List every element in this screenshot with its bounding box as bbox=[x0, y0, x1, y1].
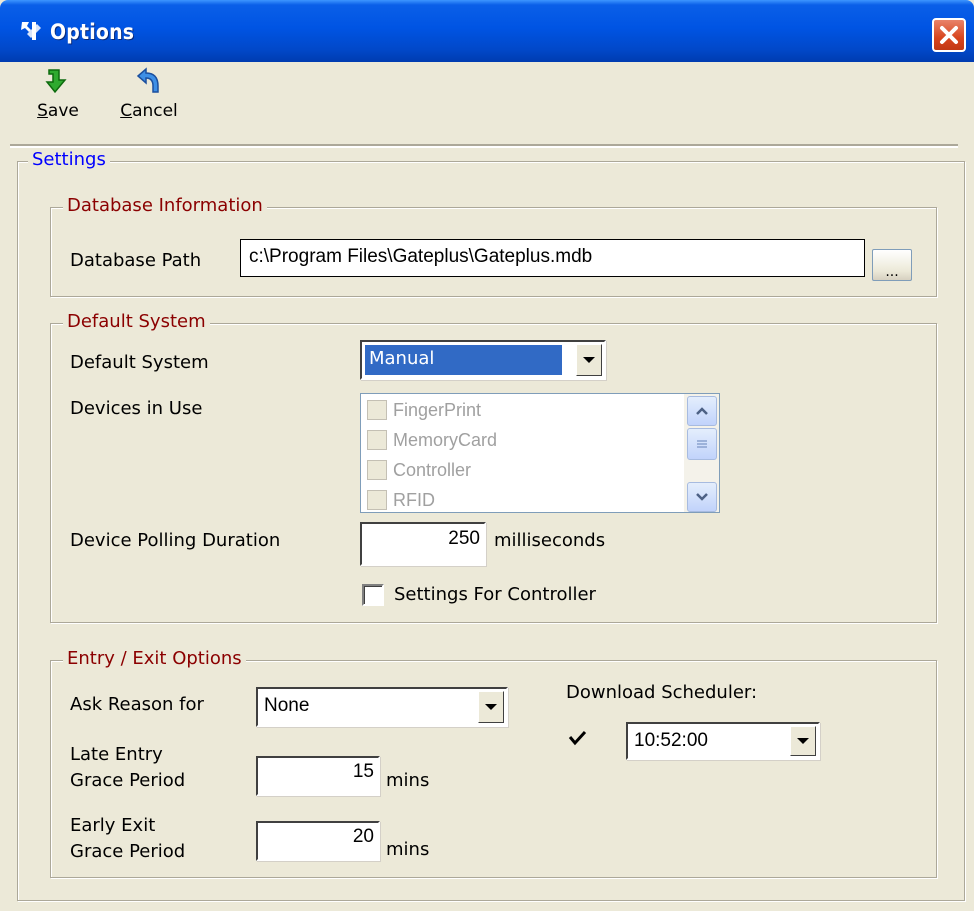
late-entry-unit: mins bbox=[386, 770, 430, 791]
save-label: Save bbox=[37, 101, 79, 121]
ask-reason-label: Ask Reason for bbox=[70, 694, 204, 715]
close-icon bbox=[940, 26, 958, 44]
download-scheduler-checkbox[interactable] bbox=[566, 728, 588, 750]
scroll-thumb[interactable] bbox=[687, 428, 717, 460]
green-down-arrow-icon bbox=[45, 69, 67, 94]
scheduler-time-value: 10:52:00 bbox=[634, 730, 708, 751]
cancel-button[interactable]: Cancel bbox=[112, 66, 186, 132]
download-scheduler-label: Download Scheduler: bbox=[566, 682, 758, 703]
checkbox-icon bbox=[367, 490, 387, 510]
default-system-label: Default System bbox=[70, 352, 209, 373]
devices-in-use-label: Devices in Use bbox=[70, 398, 203, 419]
default-system-legend: Default System bbox=[63, 311, 210, 332]
scroll-up-button[interactable] bbox=[687, 396, 717, 426]
save-button[interactable]: Save bbox=[30, 66, 86, 132]
checkbox-icon bbox=[367, 400, 387, 420]
toolbar-separator bbox=[10, 144, 958, 148]
default-system-value: Manual bbox=[364, 344, 563, 376]
polling-duration-input[interactable]: 250 bbox=[360, 522, 486, 566]
browse-button[interactable]: ... bbox=[872, 249, 912, 281]
early-exit-unit: mins bbox=[386, 839, 430, 860]
title-bar[interactable] bbox=[0, 0, 974, 62]
chevron-down-icon[interactable] bbox=[576, 344, 602, 376]
checkmark-icon bbox=[568, 730, 587, 746]
device-item-fingerprint[interactable]: FingerPrint bbox=[367, 395, 481, 425]
chevron-down-icon[interactable] bbox=[790, 726, 816, 756]
settings-legend: Settings bbox=[28, 149, 110, 170]
chevron-down-icon bbox=[696, 493, 708, 501]
polling-unit-label: milliseconds bbox=[494, 530, 606, 551]
scroll-down-button[interactable] bbox=[687, 482, 717, 512]
late-entry-input[interactable]: 15 bbox=[256, 756, 380, 796]
database-info-legend: Database Information bbox=[63, 195, 267, 216]
early-exit-label-line1: Early Exit bbox=[70, 815, 156, 836]
database-path-field[interactable]: c:\Program Files\Gateplus\Gateplus.mdb bbox=[240, 239, 865, 277]
polling-duration-label: Device Polling Duration bbox=[70, 530, 281, 551]
default-system-dropdown[interactable]: Manual bbox=[360, 340, 606, 380]
controller-settings-label: Settings For Controller bbox=[394, 584, 596, 605]
early-exit-label-line2: Grace Period bbox=[70, 841, 186, 862]
close-button[interactable] bbox=[932, 18, 966, 52]
chevron-up-icon bbox=[696, 407, 708, 415]
window-title: Options bbox=[50, 20, 135, 44]
entry-exit-legend: Entry / Exit Options bbox=[63, 648, 246, 669]
ask-reason-value: None bbox=[264, 695, 310, 716]
database-path-label: Database Path bbox=[70, 250, 202, 271]
cancel-label: Cancel bbox=[120, 101, 178, 121]
device-item-memorycard[interactable]: MemoryCard bbox=[367, 425, 497, 455]
devices-scrollbar[interactable] bbox=[684, 394, 719, 512]
device-item-rfid[interactable]: RFID bbox=[367, 485, 435, 515]
tools-icon bbox=[21, 22, 41, 40]
devices-list[interactable]: FingerPrint MemoryCard Controller RFID bbox=[360, 393, 720, 513]
checkbox-icon bbox=[367, 460, 387, 480]
device-item-controller[interactable]: Controller bbox=[367, 455, 471, 485]
chevron-down-icon[interactable] bbox=[478, 691, 504, 723]
late-entry-label-line2: Grace Period bbox=[70, 770, 186, 791]
checkbox-icon bbox=[367, 430, 387, 450]
grip-icon bbox=[697, 440, 707, 448]
ask-reason-dropdown[interactable]: None bbox=[256, 687, 508, 727]
controller-settings-checkbox[interactable] bbox=[362, 584, 384, 606]
blue-return-arrow-icon bbox=[136, 67, 159, 93]
late-entry-label-line1: Late Entry bbox=[70, 744, 163, 765]
scheduler-time-dropdown[interactable]: 10:52:00 bbox=[626, 722, 820, 760]
early-exit-input[interactable]: 20 bbox=[256, 821, 380, 861]
